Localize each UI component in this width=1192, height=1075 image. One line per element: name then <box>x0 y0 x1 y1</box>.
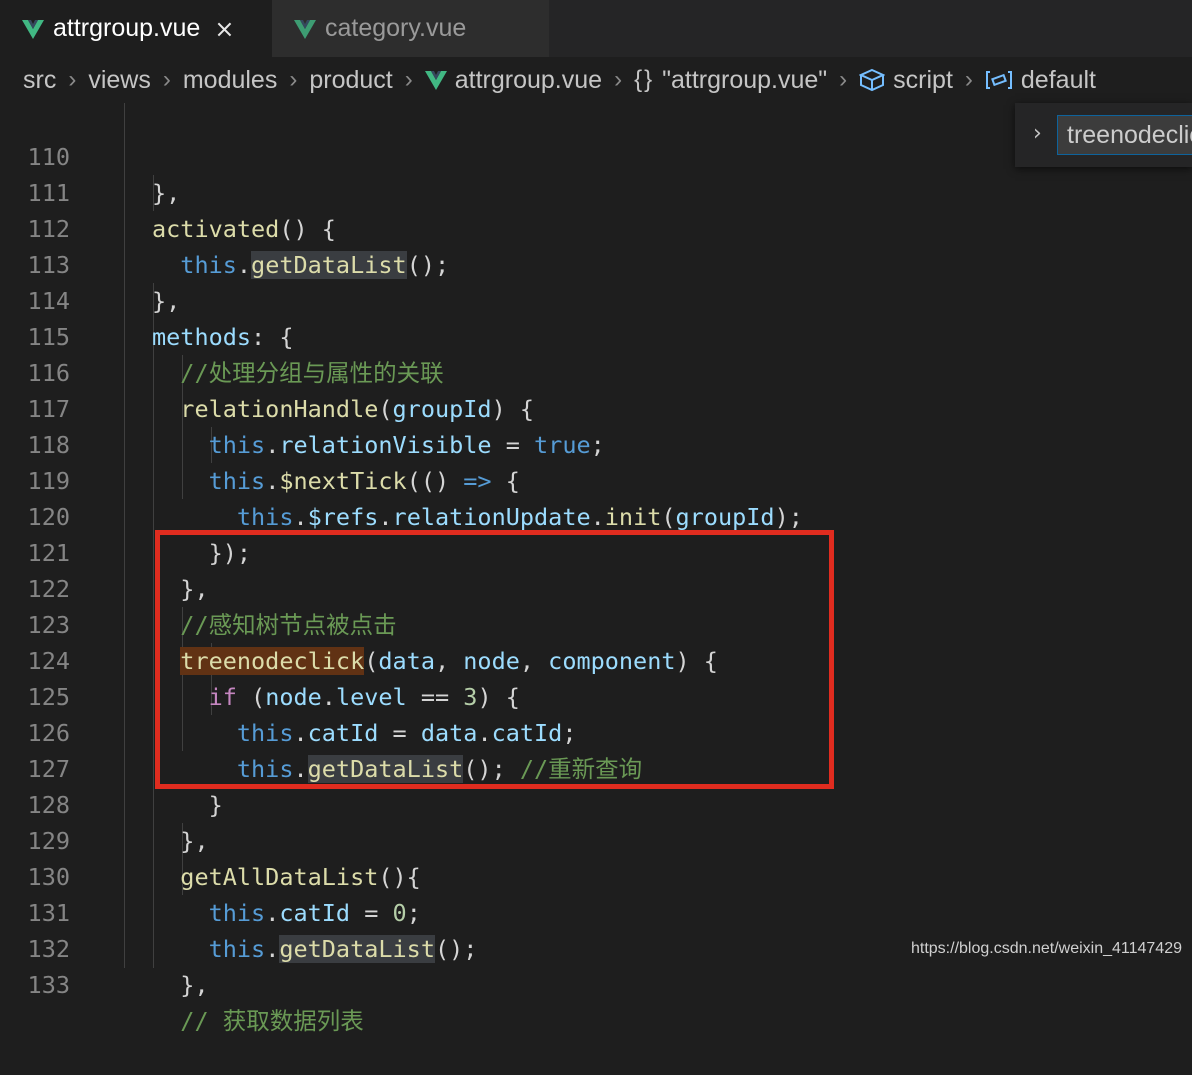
breadcrumb: src › views › modules › product › attrgr… <box>0 57 1192 103</box>
tab-category-vue[interactable]: category.vue <box>272 0 549 57</box>
breadcrumb-file[interactable]: attrgroup.vue <box>424 65 603 95</box>
code-text: // 获取数据列表 <box>180 1007 364 1035</box>
chevron-right-icon: › <box>162 66 171 93</box>
code-line: 126 this.getDataList(); //重新查询 <box>0 679 1192 783</box>
code-line: 112 this.getDataList(); <box>0 175 1192 279</box>
code-line: 113 }, <box>0 211 1192 315</box>
breadcrumb-views[interactable]: views <box>88 66 151 95</box>
breadcrumb-script-label: script <box>893 65 953 94</box>
code-line: 110 }, <box>0 103 1192 207</box>
chevron-right-icon: › <box>68 66 77 93</box>
code-line: 129 getAllDataList(){ <box>0 787 1192 891</box>
tab-label: category.vue <box>325 14 467 42</box>
watermark: https://blog.csdn.net/weixin_41147429 <box>910 940 1182 957</box>
breadcrumb-modules[interactable]: modules <box>183 66 278 95</box>
chevron-right-icon: › <box>614 66 623 93</box>
vue-file-icon <box>424 71 447 90</box>
line-number: 133 <box>27 971 70 999</box>
code-editor[interactable]: 110 }, 111 activated() { 112 this.getDat… <box>0 103 1192 1035</box>
breadcrumb-default[interactable]: default <box>985 66 1096 95</box>
cube-icon <box>859 68 886 92</box>
code-line: 121 }, <box>0 499 1192 603</box>
code-line: 116 relationHandle(groupId) { <box>0 319 1192 423</box>
breadcrumb-script[interactable]: script <box>859 66 953 95</box>
chevron-right-icon[interactable]: › <box>1033 121 1042 146</box>
chevron-right-icon: › <box>964 66 973 93</box>
code-line: 128 }, <box>0 751 1192 855</box>
braces-icon: {} <box>634 66 655 93</box>
tab-attrgroup-vue[interactable]: attrgroup.vue × <box>0 0 272 57</box>
code-line: 118 this.$nextTick(() => { <box>0 391 1192 495</box>
breadcrumb-default-label: default <box>1020 65 1096 94</box>
chevron-right-icon: › <box>404 66 413 93</box>
breadcrumb-component-label: "attrgroup.vue" <box>662 65 828 94</box>
close-icon[interactable]: × <box>214 17 234 41</box>
code-line: 130 this.catId = 0; <box>0 823 1192 927</box>
breadcrumb-product[interactable]: product <box>309 66 392 95</box>
breadcrumb-src[interactable]: src <box>23 66 56 95</box>
code-line: 127 } <box>0 715 1192 819</box>
code-line: 123 treenodeclick(data, node, component)… <box>0 571 1192 675</box>
vue-file-icon <box>294 19 316 39</box>
find-widget: › <box>1015 103 1192 167</box>
code-line: 131 this.getDataList(); <box>0 859 1192 963</box>
chevron-right-icon: › <box>289 66 298 93</box>
variable-icon <box>985 71 1012 89</box>
find-input[interactable] <box>1057 115 1192 155</box>
vue-file-icon <box>22 19 44 39</box>
code-line: 124 if (node.level == 3) { <box>0 607 1192 711</box>
code-line: 119 this.$refs.relationUpdate.init(group… <box>0 427 1192 531</box>
chevron-right-icon: › <box>839 66 848 93</box>
code-text: }, <box>180 971 209 999</box>
code-line: 111 activated() { <box>0 139 1192 243</box>
code-line: 125 this.catId = data.catId; <box>0 643 1192 747</box>
code-line: 117 this.relationVisible = true; <box>0 355 1192 459</box>
breadcrumb-file-label: attrgroup.vue <box>454 65 603 94</box>
breadcrumb-component[interactable]: {} "attrgroup.vue" <box>634 66 827 95</box>
code-line: 115 //处理分组与属性的关联 <box>0 283 1192 387</box>
code-line: 120 }); <box>0 463 1192 567</box>
code-line: 114 methods: { <box>0 247 1192 351</box>
code-line: 132 }, <box>0 895 1192 999</box>
tab-label: attrgroup.vue <box>53 14 201 42</box>
tab-bar: attrgroup.vue × category.vue <box>0 0 1192 57</box>
code-line: 122 //感知树节点被点击 <box>0 535 1192 639</box>
